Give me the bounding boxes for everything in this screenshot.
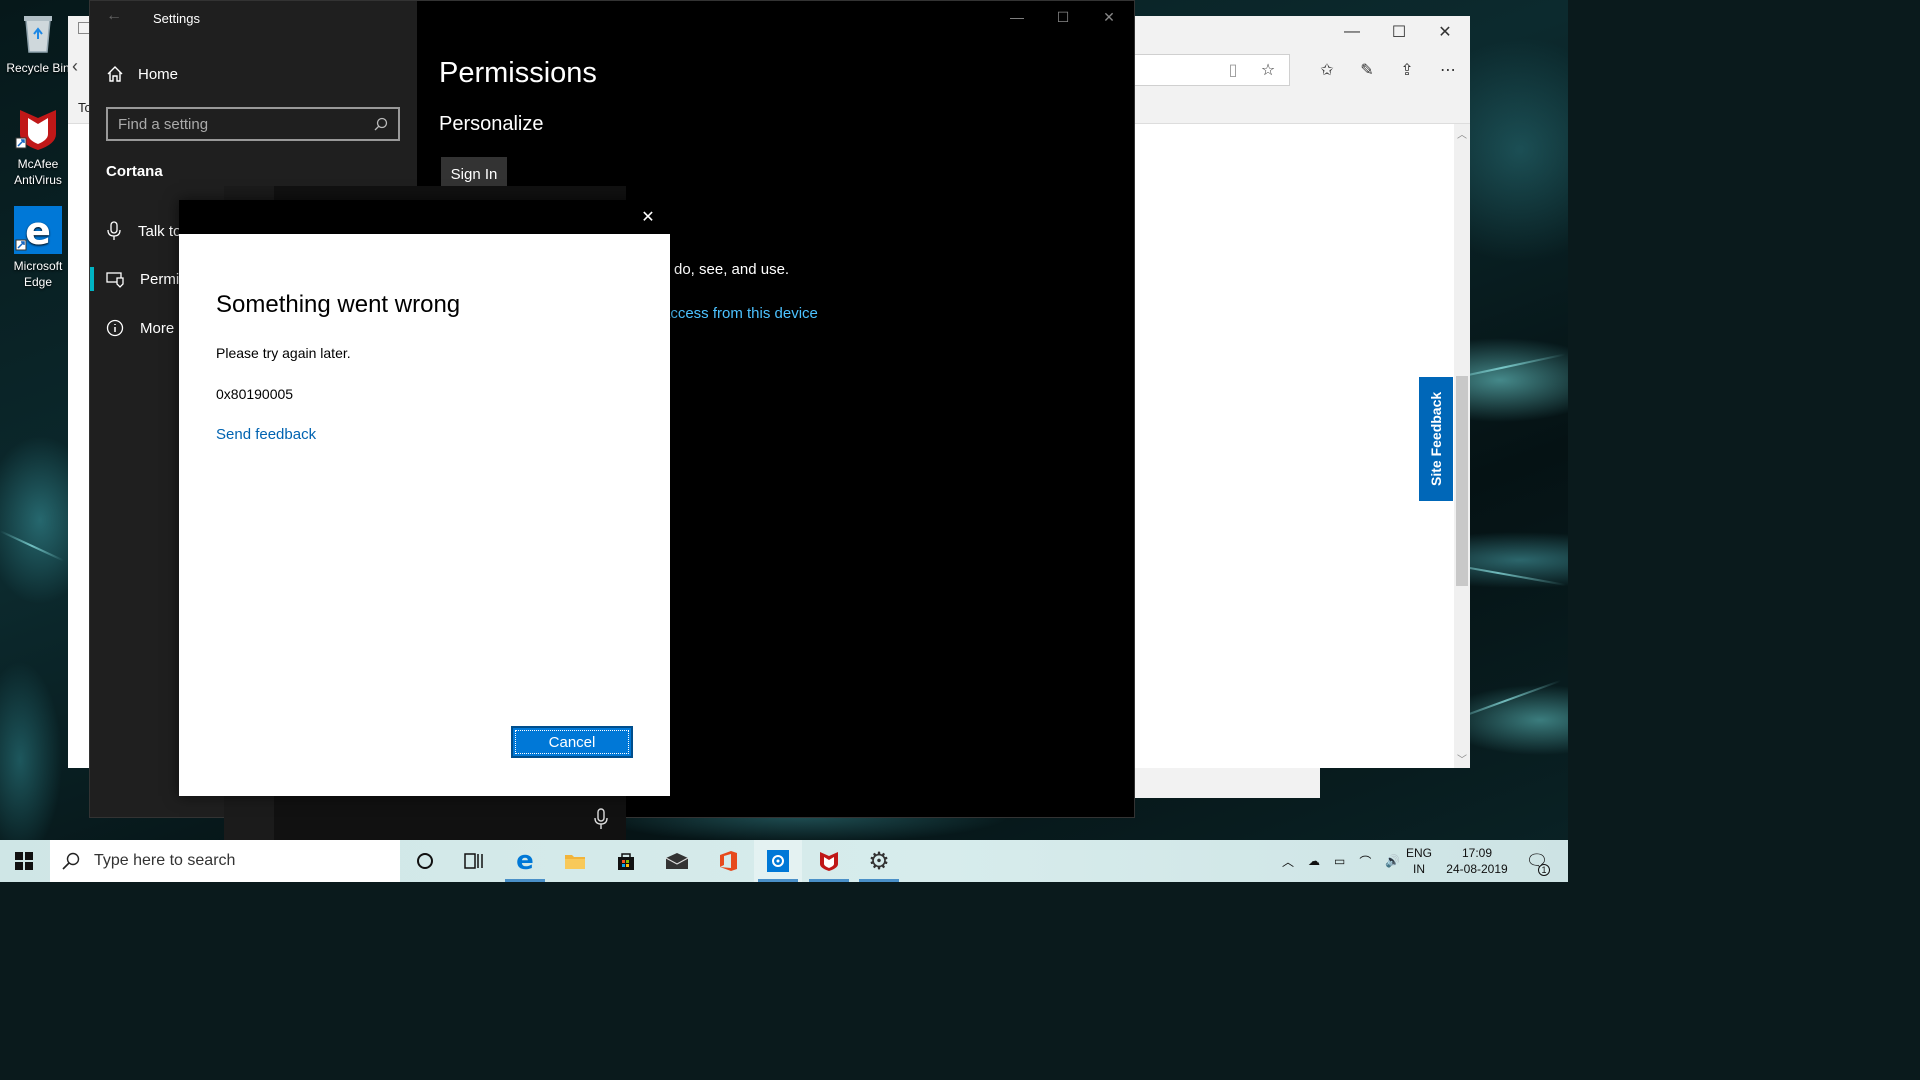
language-code: ENG bbox=[1406, 846, 1433, 860]
send-feedback-link[interactable]: Send feedback bbox=[216, 426, 316, 443]
edge-browser-icon: e bbox=[14, 206, 62, 254]
mcafee-shield-icon bbox=[14, 104, 62, 152]
back-arrow-icon[interactable]: ← bbox=[106, 7, 122, 25]
find-setting-input[interactable]: Find a setting bbox=[106, 107, 400, 141]
desktop-icon-mcafee[interactable]: McAfee AntiVirus bbox=[4, 104, 72, 188]
region-code: IN bbox=[1413, 862, 1425, 876]
desktop-icon-edge[interactable]: e Microsoft Edge bbox=[4, 206, 72, 290]
error-code: 0x80190005 bbox=[216, 386, 294, 402]
section-title: Personalize bbox=[439, 113, 544, 135]
mcafee-taskbar-icon[interactable] bbox=[805, 840, 853, 882]
taskbar: Type here to search e ⚙ ︿ ☁ ▭ ⌒ 🔊 ENG IN… bbox=[0, 840, 1568, 882]
favorite-star-icon[interactable]: ☆ bbox=[1248, 54, 1288, 86]
office-icon[interactable] bbox=[704, 840, 752, 882]
favorites-hub-icon[interactable]: ✩ bbox=[1307, 54, 1347, 86]
desktop-icon-label: Recycle Bin bbox=[6, 61, 70, 75]
notification-count-badge: 1 bbox=[1538, 864, 1550, 876]
reading-view-icon[interactable]: ▯ bbox=[1213, 54, 1253, 86]
dialog-titlebar: ✕ bbox=[179, 200, 670, 234]
maximize-icon[interactable]: ☐ bbox=[1040, 1, 1086, 33]
dialog-heading: Something went wrong bbox=[216, 291, 461, 318]
error-dialog: ✕ Something went wrong Please try again … bbox=[179, 200, 670, 796]
settings-app-taskbar-icon[interactable] bbox=[754, 840, 802, 882]
desktop-icon-recycle-bin[interactable]: Recycle Bin bbox=[4, 8, 72, 76]
clock-date: 24-08-2019 bbox=[1446, 862, 1508, 876]
microphone-icon bbox=[107, 221, 121, 240]
taskbar-search-box[interactable]: Type here to search bbox=[50, 840, 400, 882]
nav-item-permissions[interactable]: Permis bbox=[106, 270, 187, 288]
nav-home-label: Home bbox=[138, 65, 179, 83]
nav-item-talk[interactable]: Talk to bbox=[106, 221, 181, 241]
edge-scrollbar[interactable]: ︿ ﹀ bbox=[1454, 124, 1470, 768]
recycle-bin-icon bbox=[14, 8, 62, 56]
active-app-indicator bbox=[809, 879, 849, 882]
wifi-icon[interactable]: ⌒ bbox=[1359, 853, 1371, 870]
volume-icon[interactable]: 🔊 bbox=[1385, 854, 1400, 868]
more-icon[interactable]: ⋯ bbox=[1428, 54, 1468, 86]
cancel-button[interactable]: Cancel bbox=[511, 726, 633, 758]
close-icon[interactable]: ✕ bbox=[1086, 1, 1132, 33]
edge-taskbar-icon[interactable]: e bbox=[501, 840, 549, 882]
taskbar-search-placeholder: Type here to search bbox=[94, 852, 236, 869]
maximize-icon[interactable]: ☐ bbox=[1379, 16, 1419, 48]
nav-item-label: Talk to bbox=[138, 222, 182, 240]
desktop-icon-label: McAfee AntiVirus bbox=[14, 157, 62, 187]
close-icon[interactable]: ✕ bbox=[638, 207, 658, 227]
nav-selected-indicator bbox=[90, 267, 94, 291]
close-icon[interactable]: ✕ bbox=[1425, 16, 1465, 48]
language-indicator[interactable]: ENG IN bbox=[1406, 840, 1432, 882]
pen-icon[interactable]: ✎ bbox=[1347, 54, 1387, 86]
clock[interactable]: 17:09 24-08-2019 bbox=[1443, 840, 1511, 882]
edge-scroll-thumb[interactable] bbox=[1456, 376, 1468, 586]
edge-footer-strip bbox=[1135, 768, 1320, 798]
task-view-icon[interactable] bbox=[450, 840, 498, 882]
svg-text:e: e bbox=[25, 209, 51, 253]
scroll-down-icon[interactable]: ﹀ bbox=[1457, 751, 1467, 766]
file-explorer-icon[interactable] bbox=[551, 840, 599, 882]
gear-icon[interactable]: ⚙ bbox=[855, 840, 903, 882]
search-icon bbox=[62, 852, 80, 870]
desktop-icon-label: Microsoft Edge bbox=[13, 259, 63, 289]
permissions-description: do, see, and use. bbox=[674, 261, 790, 278]
settings-title: Settings bbox=[153, 11, 200, 26]
windows-logo-icon bbox=[15, 852, 33, 870]
cortana-mic-icon[interactable] bbox=[593, 808, 613, 834]
minimize-icon[interactable]: — bbox=[994, 1, 1040, 33]
store-icon[interactable] bbox=[602, 840, 650, 882]
nav-item-more[interactable]: More c bbox=[106, 319, 186, 337]
system-tray: ︿ ☁ ▭ ⌒ 🔊 bbox=[1282, 840, 1400, 882]
start-button[interactable] bbox=[0, 840, 48, 882]
dialog-message: Please try again later. bbox=[216, 345, 351, 361]
access-link[interactable]: access from this device bbox=[662, 305, 818, 322]
action-center-icon[interactable]: 🗨 1 bbox=[1524, 840, 1550, 882]
info-icon bbox=[106, 319, 124, 337]
nav-section-heading: Cortana bbox=[106, 163, 163, 180]
clock-time: 17:09 bbox=[1461, 846, 1493, 860]
home-icon bbox=[107, 66, 123, 82]
search-icon bbox=[374, 117, 388, 131]
share-icon[interactable]: ⇪ bbox=[1387, 54, 1427, 86]
edge-back-icon[interactable]: ‹ bbox=[72, 56, 78, 77]
active-app-indicator bbox=[505, 879, 545, 882]
page-title: Permissions bbox=[439, 57, 597, 89]
scroll-up-icon[interactable]: ︿ bbox=[1457, 126, 1467, 141]
minimize-icon[interactable]: — bbox=[1332, 16, 1372, 48]
search-placeholder: Find a setting bbox=[118, 115, 209, 133]
active-app-indicator bbox=[758, 879, 798, 882]
active-app-indicator bbox=[859, 879, 899, 882]
chevron-up-icon[interactable]: ︿ bbox=[1282, 853, 1294, 870]
battery-icon[interactable]: ▭ bbox=[1334, 854, 1345, 868]
mail-icon[interactable] bbox=[653, 840, 701, 882]
site-feedback-button[interactable]: Site Feedback bbox=[1419, 377, 1453, 501]
onedrive-cloud-icon[interactable]: ☁ bbox=[1308, 854, 1320, 868]
permissions-icon bbox=[106, 272, 124, 288]
cortana-circle-icon[interactable] bbox=[401, 840, 449, 882]
nav-home[interactable]: Home bbox=[106, 65, 178, 83]
